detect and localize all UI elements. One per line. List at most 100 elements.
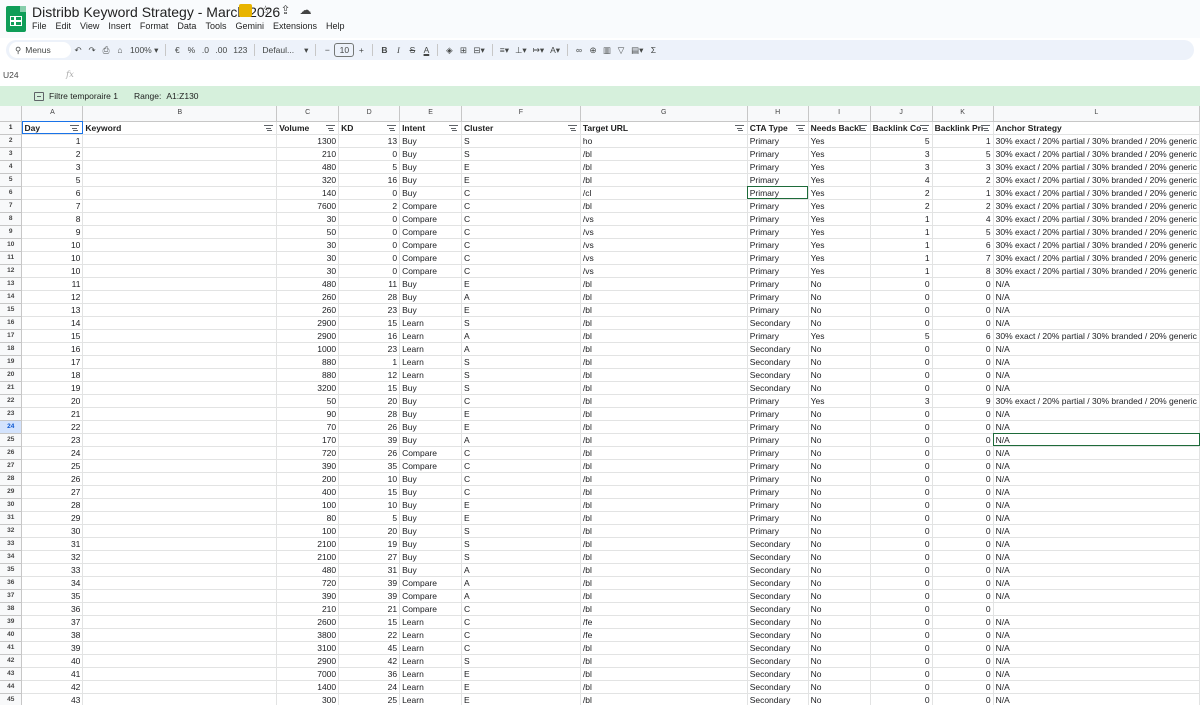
cell-url[interactable]: /bl bbox=[580, 316, 748, 330]
cell-url[interactable]: /bl bbox=[580, 433, 748, 447]
cell-intent[interactable]: Learn bbox=[399, 680, 463, 694]
cell-vol[interactable]: 80 bbox=[276, 511, 340, 525]
cell-needs[interactable]: No bbox=[808, 316, 871, 330]
cell-url[interactable]: /bl bbox=[580, 576, 748, 590]
cell-anchor[interactable]: N/A bbox=[993, 589, 1200, 603]
row-number[interactable]: 37 bbox=[0, 589, 23, 603]
cell-bp[interactable]: 0 bbox=[932, 381, 994, 395]
move-icon[interactable] bbox=[239, 4, 252, 17]
cell-day[interactable]: 11 bbox=[21, 277, 84, 291]
cell-kd[interactable]: 26 bbox=[338, 420, 401, 434]
cell-cta[interactable]: Secondary bbox=[747, 316, 809, 330]
cell-needs[interactable]: No bbox=[808, 355, 871, 369]
cell-url[interactable]: /bl bbox=[580, 485, 748, 499]
cell-cluster[interactable]: C bbox=[461, 212, 581, 226]
cell-kw[interactable] bbox=[82, 576, 278, 590]
cell-kw[interactable] bbox=[82, 433, 278, 447]
cell-bc[interactable]: 0 bbox=[870, 589, 933, 603]
menu-gemini[interactable]: Gemini bbox=[235, 20, 264, 32]
cell-bp[interactable]: 3 bbox=[932, 160, 994, 174]
cell-kd[interactable]: 25 bbox=[338, 693, 401, 705]
cell-day[interactable]: 10 bbox=[21, 238, 84, 252]
cell-bc[interactable]: 0 bbox=[870, 511, 933, 525]
cell-needs[interactable]: Yes bbox=[808, 160, 871, 174]
filter-views-icon[interactable]: ▤▾ bbox=[628, 42, 646, 58]
cell-url[interactable]: /bl bbox=[580, 537, 748, 551]
cell-bp[interactable]: 8 bbox=[932, 264, 994, 278]
cell-cluster[interactable]: E bbox=[461, 303, 581, 317]
cell-kw[interactable] bbox=[82, 368, 278, 382]
cell-url[interactable]: /bl bbox=[580, 368, 748, 382]
cloud-status-icon[interactable]: ☁ bbox=[299, 4, 312, 17]
zoom-select[interactable]: 100% ▾ bbox=[127, 42, 161, 58]
row-number[interactable]: 32 bbox=[0, 524, 23, 538]
cell-url[interactable]: /bl bbox=[580, 173, 748, 187]
cell-url[interactable]: /bl bbox=[580, 355, 748, 369]
cell-intent[interactable]: Learn bbox=[399, 641, 463, 655]
cell-bp[interactable]: 0 bbox=[932, 654, 994, 668]
cell-anchor[interactable]: 30% exact / 20% partial / 30% branded / … bbox=[993, 238, 1200, 252]
cell-anchor[interactable]: N/A bbox=[993, 407, 1200, 421]
cell-url[interactable]: /bl bbox=[580, 394, 748, 408]
cell-intent[interactable]: Compare bbox=[399, 589, 463, 603]
cell-anchor[interactable]: 30% exact / 20% partial / 30% branded / … bbox=[993, 251, 1200, 265]
header-cell[interactable]: Backlink Pri bbox=[932, 121, 994, 135]
cell-kw[interactable] bbox=[82, 303, 278, 317]
cell-cluster[interactable]: E bbox=[461, 693, 581, 705]
cell-intent[interactable]: Buy bbox=[399, 537, 463, 551]
cell-cta[interactable]: Primary bbox=[747, 472, 809, 486]
cell-needs[interactable]: Yes bbox=[808, 264, 871, 278]
cell-cta[interactable]: Secondary bbox=[747, 641, 809, 655]
cell-kw[interactable] bbox=[82, 654, 278, 668]
row-number[interactable]: 14 bbox=[0, 290, 23, 304]
cell-cluster[interactable]: C bbox=[461, 472, 581, 486]
cell-cta[interactable]: Secondary bbox=[747, 589, 809, 603]
header-cell[interactable]: Target URL bbox=[580, 121, 748, 135]
font-size-input[interactable]: 10 bbox=[334, 43, 355, 57]
row-number[interactable]: 42 bbox=[0, 654, 23, 668]
cell-url[interactable]: /bl bbox=[580, 446, 748, 460]
cell-vol[interactable]: 260 bbox=[276, 290, 340, 304]
cell-kw[interactable] bbox=[82, 394, 278, 408]
column-header-c[interactable]: C bbox=[276, 106, 340, 122]
cell-vol[interactable]: 480 bbox=[276, 563, 340, 577]
cell-needs[interactable]: No bbox=[808, 342, 871, 356]
cell-kw[interactable] bbox=[82, 186, 278, 200]
cell-needs[interactable]: No bbox=[808, 602, 871, 616]
cell-day[interactable]: 3 bbox=[21, 160, 84, 174]
cell-intent[interactable]: Buy bbox=[399, 524, 463, 538]
cell-bc[interactable]: 2 bbox=[870, 186, 933, 200]
cell-kw[interactable] bbox=[82, 420, 278, 434]
cell-intent[interactable]: Compare bbox=[399, 602, 463, 616]
cell-anchor[interactable]: 30% exact / 20% partial / 30% branded / … bbox=[993, 264, 1200, 278]
cell-vol[interactable]: 140 bbox=[276, 186, 340, 200]
header-cell[interactable]: Needs Backl bbox=[808, 121, 871, 135]
row-number[interactable]: 22 bbox=[0, 394, 23, 408]
cell-cta[interactable]: Secondary bbox=[747, 602, 809, 616]
cell-bp[interactable]: 0 bbox=[932, 368, 994, 382]
column-filter-icon[interactable] bbox=[264, 124, 274, 132]
cell-kw[interactable] bbox=[82, 446, 278, 460]
cell-anchor[interactable]: N/A bbox=[993, 433, 1200, 447]
cell-anchor[interactable]: N/A bbox=[993, 563, 1200, 577]
cell-anchor[interactable]: N/A bbox=[993, 277, 1200, 291]
print-icon[interactable]: ⎙ bbox=[99, 42, 113, 58]
cell-day[interactable]: 31 bbox=[21, 537, 84, 551]
row-number[interactable]: 36 bbox=[0, 576, 23, 590]
row-number[interactable]: 11 bbox=[0, 251, 23, 265]
menu-edit[interactable]: Edit bbox=[56, 20, 72, 32]
cell-anchor[interactable]: N/A bbox=[993, 290, 1200, 304]
cell-vol[interactable]: 390 bbox=[276, 459, 340, 473]
filter-icon[interactable]: ▽ bbox=[614, 42, 628, 58]
cell-day[interactable]: 5 bbox=[21, 173, 84, 187]
cell-bp[interactable]: 0 bbox=[932, 472, 994, 486]
cell-cta[interactable]: Primary bbox=[747, 160, 809, 174]
cell-kw[interactable] bbox=[82, 225, 278, 239]
cell-kw[interactable] bbox=[82, 342, 278, 356]
cell-bp[interactable]: 5 bbox=[932, 225, 994, 239]
cell-vol[interactable]: 30 bbox=[276, 212, 340, 226]
cell-cta[interactable]: Primary bbox=[747, 186, 809, 200]
cell-kd[interactable]: 0 bbox=[338, 186, 401, 200]
cell-needs[interactable]: Yes bbox=[808, 186, 871, 200]
cell-bp[interactable]: 0 bbox=[932, 576, 994, 590]
